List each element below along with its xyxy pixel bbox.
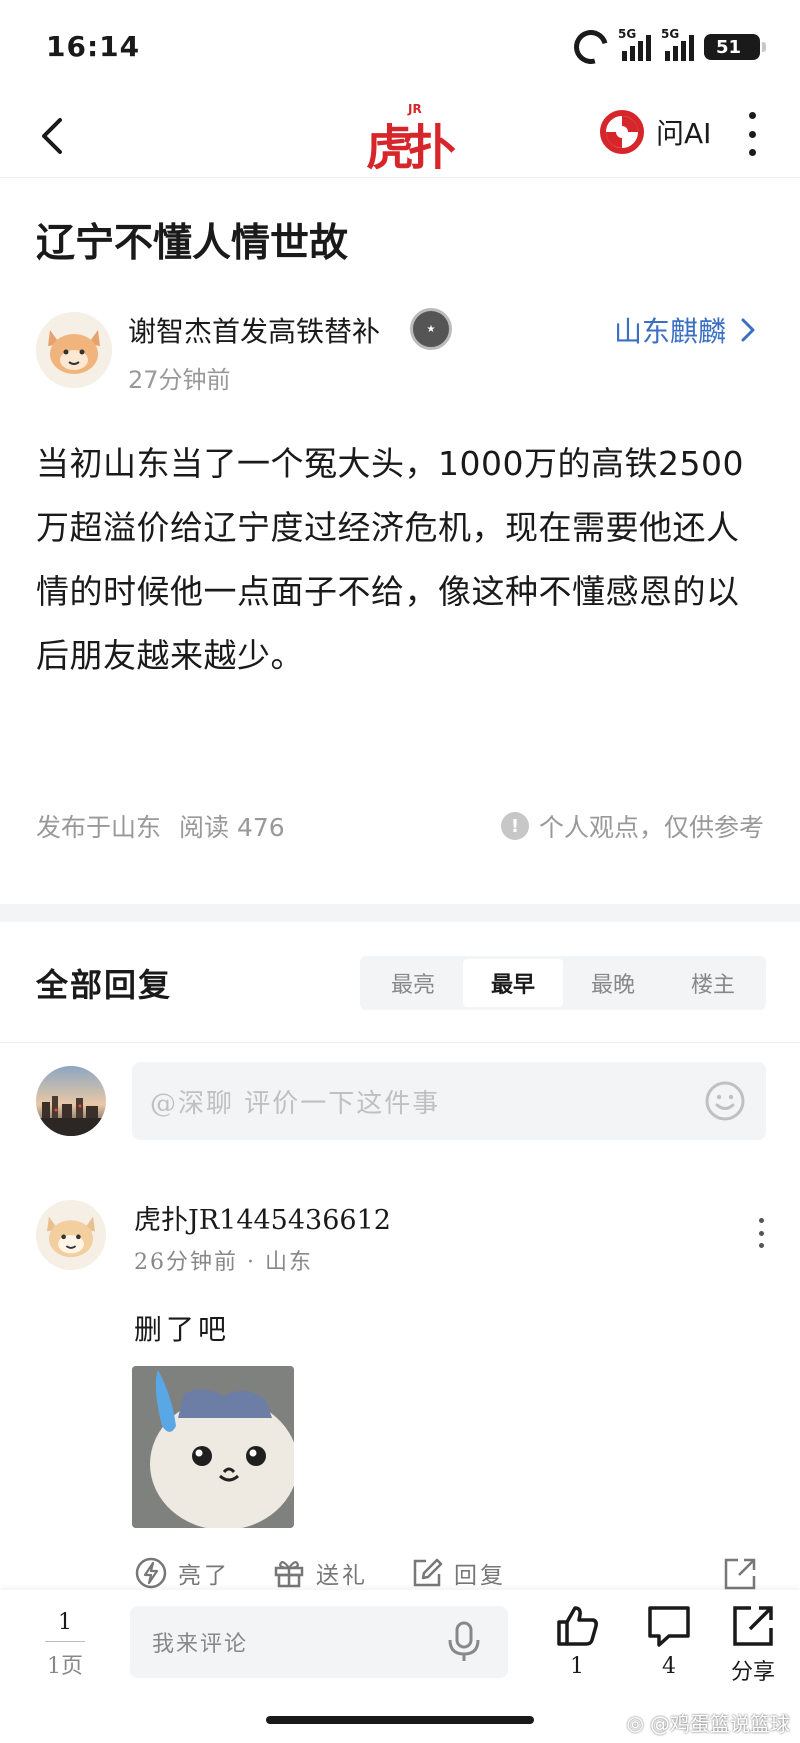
- disclaimer-text: 个人观点，仅供参考: [538, 813, 764, 842]
- board-link[interactable]: 山东麒麟: [614, 310, 756, 350]
- more-options-icon[interactable]: [742, 112, 762, 156]
- board-name: 山东麒麟: [613, 315, 726, 348]
- sort-tab-brightest[interactable]: 最亮: [363, 959, 463, 1007]
- battery-level: 51: [716, 36, 742, 58]
- app-header: 虎扑 JR 问AI: [0, 96, 800, 178]
- reply-sticker-image[interactable]: [132, 1366, 294, 1528]
- emoji-icon[interactable]: [704, 1080, 746, 1122]
- page-indicator[interactable]: 1 1页: [30, 1610, 100, 1680]
- reply-avatar[interactable]: [36, 1200, 106, 1270]
- info-icon: !: [500, 812, 529, 840]
- gift-icon: [274, 1561, 304, 1588]
- comment-count: 4: [662, 1654, 676, 1679]
- share-icon: [733, 1606, 773, 1646]
- battery-icon: 51: [704, 34, 766, 60]
- sort-tab-earliest[interactable]: 最早: [463, 959, 563, 1007]
- comment-input[interactable]: 我来评论: [130, 1606, 508, 1678]
- author-avatar[interactable]: [36, 312, 112, 388]
- dog-avatar-icon: [36, 1200, 106, 1270]
- reply-actions: 亮了 送礼 回复: [134, 1556, 506, 1590]
- divider: [0, 1042, 800, 1043]
- page-current: 1: [58, 1610, 72, 1635]
- post-time: 27分钟前: [128, 366, 231, 394]
- chevron-right-icon: [741, 318, 755, 342]
- ask-ai-button[interactable]: 问AI: [600, 110, 711, 154]
- reply-username[interactable]: 虎扑JR1445436612: [134, 1198, 391, 1237]
- cityscape-avatar-icon: [36, 1066, 106, 1136]
- post-title: 辽宁不懂人情世故: [36, 221, 349, 266]
- gift-button[interactable]: 送礼: [272, 1556, 368, 1590]
- share-reply-icon[interactable]: [722, 1556, 758, 1592]
- reply-text: 删了吧: [134, 1313, 231, 1346]
- status-icons: 5G 5G 51: [567, 23, 766, 71]
- dog-avatar-icon: [36, 312, 112, 388]
- author-name[interactable]: 谢智杰首发高铁替补: [128, 310, 380, 350]
- back-icon[interactable]: [34, 114, 74, 158]
- ask-ai-label: 问AI: [656, 117, 712, 150]
- page-total: 1页: [47, 1654, 83, 1679]
- watermark: ◎ @鸡蛋篮说篮球: [626, 1710, 790, 1737]
- author-badge-icon: ★: [410, 308, 452, 350]
- hupu-logo: 虎扑 JR: [366, 102, 456, 176]
- sort-tab-latest[interactable]: 最晚: [563, 959, 663, 1007]
- signal-icon-2: 5G: [661, 27, 694, 61]
- composer-placeholder: @深聊 评价一下这件事: [150, 1088, 441, 1119]
- edit-icon: [413, 1558, 443, 1587]
- hotspot-icon: [567, 23, 615, 71]
- post-reads: 阅读 476: [179, 813, 285, 842]
- comments-button[interactable]: 4: [634, 1602, 704, 1679]
- comment-icon: [648, 1606, 690, 1647]
- home-indicator[interactable]: [266, 1716, 534, 1724]
- sort-tab-op[interactable]: 楼主: [663, 959, 763, 1007]
- ai-logo-icon: [600, 110, 644, 154]
- lightning-icon: [135, 1557, 167, 1589]
- share-button[interactable]: 分享: [718, 1602, 788, 1686]
- sort-tabs: 最亮 最早 最晚 楼主: [360, 956, 766, 1010]
- like-button[interactable]: 1: [542, 1602, 612, 1679]
- replies-title: 全部回复: [36, 966, 173, 1004]
- light-button[interactable]: 亮了: [134, 1556, 230, 1590]
- status-time: 16:14: [46, 30, 141, 63]
- comment-input-placeholder: 我来评论: [152, 1632, 249, 1657]
- weibo-icon: ◎: [626, 1710, 644, 1735]
- post-body: 当初山东当了一个冤大头，1000万的高铁2500万超溢价给辽宁度过经济危机，现在…: [36, 444, 744, 675]
- reply-meta: 26分钟前 · 山东: [134, 1250, 313, 1275]
- status-bar: 16:14 5G 5G 51: [0, 0, 800, 96]
- post-meta: 发布于山东 阅读 476: [36, 808, 285, 844]
- crying-hamster-sticker-icon: [132, 1366, 294, 1528]
- share-label: 分享: [730, 1660, 775, 1685]
- section-divider: [0, 904, 800, 922]
- disclaimer: ! 个人观点，仅供参考: [500, 808, 764, 844]
- reply-button[interactable]: 回复: [410, 1556, 506, 1590]
- microphone-icon[interactable]: [444, 1620, 484, 1664]
- like-count: 1: [570, 1654, 584, 1679]
- post-location: 发布于山东: [36, 813, 162, 842]
- reply-more-icon[interactable]: [756, 1218, 766, 1248]
- signal-icon: 5G: [618, 27, 651, 61]
- thumbs-up-icon: [557, 1606, 598, 1646]
- my-avatar[interactable]: [36, 1066, 106, 1136]
- reply-composer-input[interactable]: @深聊 评价一下这件事: [132, 1062, 766, 1140]
